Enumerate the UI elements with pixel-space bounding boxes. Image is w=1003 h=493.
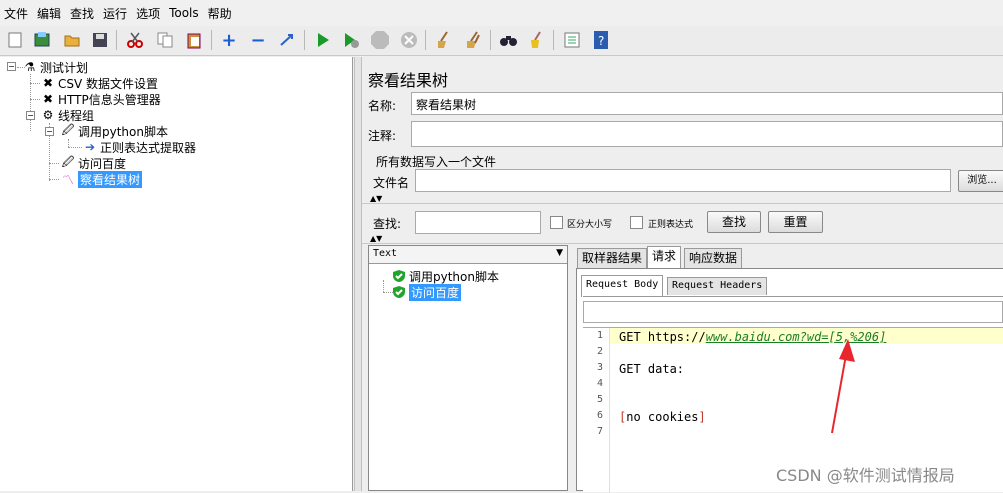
gear-icon: ⚙ <box>42 108 54 122</box>
pipette-icon: 🖉 <box>61 154 75 169</box>
expand-icon[interactable]: + <box>218 29 240 51</box>
menu-options[interactable]: 选项 <box>136 5 160 22</box>
cut-icon[interactable] <box>124 29 146 51</box>
name-field[interactable]: 察看结果树 <box>411 92 1003 115</box>
search-field[interactable] <box>415 211 541 234</box>
filename-label: 文件名 <box>373 176 410 190</box>
render-mode-select[interactable]: Text ▼ <box>369 246 567 264</box>
collapse-icon[interactable]: − <box>247 29 269 51</box>
menu-run[interactable]: 运行 <box>103 5 127 22</box>
new-icon[interactable] <box>4 29 26 51</box>
view-results-panel: 察看结果树 名称: 察看结果树 注释: 所有数据写入一个文件 文件名 浏览...… <box>362 57 1003 493</box>
subtab-request-headers[interactable]: Request Headers <box>667 277 768 295</box>
find-button[interactable]: 查找 <box>707 211 761 233</box>
tree-node-regex-extractor[interactable]: ➔ 正则表达式提取器 <box>82 139 196 155</box>
save-icon[interactable] <box>89 29 111 51</box>
menu-file[interactable]: 文件 <box>4 5 28 22</box>
arrow-icon: ➔ <box>84 140 96 154</box>
stop-icon[interactable] <box>369 29 391 51</box>
menu-tools[interactable]: Tools <box>169 6 199 20</box>
paste-icon[interactable] <box>183 29 205 51</box>
collapse-toggle[interactable]: − <box>7 62 16 71</box>
tree-node-view-results[interactable]: 〽 察看结果树 <box>60 170 143 188</box>
toggle-icon[interactable] <box>276 29 298 51</box>
tools-icon: ✖ <box>42 92 54 106</box>
start-icon[interactable] <box>312 29 334 51</box>
search-label: 查找: <box>373 217 402 231</box>
request-panel: Request Body Request Headers 1 2 3 4 5 6… <box>576 268 1003 493</box>
reset-search-icon[interactable] <box>526 29 548 51</box>
chart-icon: 〽 <box>61 172 74 187</box>
clear-icon[interactable] <box>433 29 455 51</box>
comment-field[interactable] <box>411 121 1003 147</box>
vertical-splitter[interactable] <box>354 57 362 491</box>
copy-icon[interactable] <box>154 29 176 51</box>
success-shield-icon <box>391 284 407 300</box>
clear-all-icon[interactable] <box>462 29 484 51</box>
tree-node-baidu[interactable]: 🖉 访问百度 <box>60 155 126 171</box>
tree-node-http-header[interactable]: ✖ HTTP信息头管理器 <box>40 91 161 107</box>
tab-request[interactable]: 请求 <box>647 246 682 268</box>
subtab-request-body[interactable]: Request Body <box>581 275 664 297</box>
code-line-3: GET data: <box>619 362 685 376</box>
menu-bar: 文件 编辑 查找 运行 选项 Tools 帮助 <box>0 0 1003 26</box>
success-shield-icon <box>391 268 407 284</box>
templates-icon[interactable] <box>31 29 53 51</box>
results-list: Text ▼ 调用python脚本 访问百度 <box>368 245 568 491</box>
name-label: 名称: <box>368 99 397 113</box>
flask-icon: ⚗ <box>24 60 36 74</box>
collapse-toggle[interactable]: − <box>26 111 35 120</box>
watermark: CSDN @软件测试情报局 <box>776 466 955 485</box>
toolbar: + − ? <box>0 26 1003 56</box>
collapse-toggle[interactable]: − <box>45 127 54 136</box>
tab-response-data[interactable]: 响应数据 <box>684 248 743 268</box>
tab-sampler-result[interactable]: 取样器结果 <box>577 248 648 268</box>
case-sensitive-checkbox[interactable] <box>550 216 563 229</box>
result-item-baidu[interactable]: 访问百度 <box>391 283 462 301</box>
menu-help[interactable]: 帮助 <box>208 5 232 22</box>
menu-search[interactable]: 查找 <box>70 5 94 22</box>
search-icon[interactable] <box>498 29 520 51</box>
write-all-label: 所有数据写入一个文件 <box>376 155 497 169</box>
filename-field[interactable] <box>415 169 951 192</box>
collapse-arrows[interactable]: ▲▼ <box>370 234 382 243</box>
tree-node-python[interactable]: 🖉 调用python脚本 <box>60 123 168 139</box>
collapse-arrows[interactable]: ▲▼ <box>370 194 382 203</box>
menu-edit[interactable]: 编辑 <box>37 5 61 22</box>
regex-checkbox[interactable] <box>630 216 643 229</box>
body-search-field[interactable] <box>583 301 1003 323</box>
panel-title: 察看结果树 <box>368 71 449 90</box>
dropdown-arrow-icon: ▼ <box>556 248 563 258</box>
case-sensitive-label: 区分大小写 <box>567 220 613 230</box>
reset-button[interactable]: 重置 <box>768 211 823 233</box>
function-helper-icon[interactable] <box>561 29 583 51</box>
help-icon[interactable]: ? <box>590 29 612 51</box>
tree-node-csv[interactable]: ✖ CSV 数据文件设置 <box>40 75 158 91</box>
code-line-6: [no cookies] <box>619 410 706 424</box>
regex-label: 正则表达式 <box>648 220 694 230</box>
result-item-python[interactable]: 调用python脚本 <box>391 268 499 284</box>
comment-label: 注释: <box>368 129 397 143</box>
start-no-pause-icon[interactable] <box>340 29 362 51</box>
annotation-arrow <box>831 339 855 434</box>
shutdown-icon[interactable] <box>398 29 420 51</box>
pipette-icon: 🖉 <box>61 122 75 137</box>
tools-icon: ✖ <box>42 76 54 90</box>
svg-text:?: ? <box>598 34 604 48</box>
open-icon[interactable] <box>61 29 83 51</box>
tree-node-test-plan[interactable]: ⚗ 测试计划 <box>22 59 88 75</box>
browse-button[interactable]: 浏览... <box>958 170 1003 192</box>
test-plan-tree: − ⚗ 测试计划 ✖ CSV 数据文件设置 ✖ HTTP信息头管理器 − ⚙ 线… <box>0 57 353 491</box>
